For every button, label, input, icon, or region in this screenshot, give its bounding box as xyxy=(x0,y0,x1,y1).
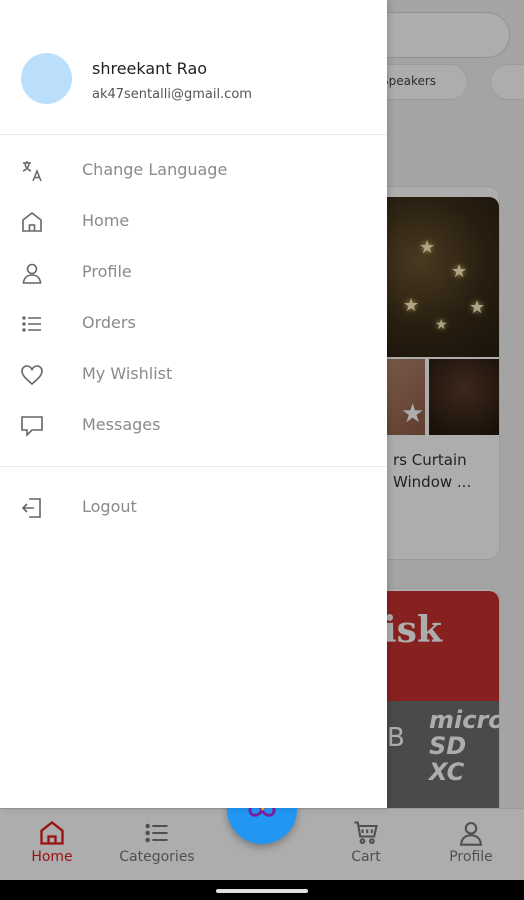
drawer-header: shreekant Rao ak47sentalli@gmail.com xyxy=(0,0,387,135)
menu-item-change-language[interactable]: Change Language xyxy=(0,145,387,196)
gesture-navigation-bar[interactable] xyxy=(216,889,308,893)
user-email: ak47sentalli@gmail.com xyxy=(92,87,252,102)
message-icon xyxy=(20,414,44,438)
navigation-drawer: shreekant Rao ak47sentalli@gmail.com Cha… xyxy=(0,0,387,808)
user-name: shreekant Rao xyxy=(92,59,208,78)
menu-item-label: Messages xyxy=(82,415,161,434)
menu-item-label: My Wishlist xyxy=(82,364,173,383)
menu-item-logout[interactable]: Logout xyxy=(0,482,387,533)
menu-item-orders[interactable]: Orders xyxy=(0,298,387,349)
person-icon xyxy=(20,261,44,285)
logout-icon xyxy=(20,496,44,520)
heart-icon xyxy=(20,363,44,387)
menu-item-profile[interactable]: Profile xyxy=(0,247,387,298)
menu-item-label: Logout xyxy=(82,497,137,516)
menu-item-label: Change Language xyxy=(82,160,228,179)
menu-divider xyxy=(0,466,387,467)
menu-item-label: Profile xyxy=(82,262,132,281)
home-icon xyxy=(20,210,44,234)
menu-item-label: Home xyxy=(82,211,130,230)
menu-item-my-wishlist[interactable]: My Wishlist xyxy=(0,349,387,400)
drawer-menu: Change Language Home Profile Orders My W… xyxy=(0,145,387,451)
menu-item-label: Orders xyxy=(82,313,136,332)
avatar[interactable] xyxy=(21,53,72,104)
menu-item-messages[interactable]: Messages xyxy=(0,400,387,451)
translate-icon xyxy=(20,159,44,183)
menu-item-home[interactable]: Home xyxy=(0,196,387,247)
list-icon xyxy=(20,312,44,336)
